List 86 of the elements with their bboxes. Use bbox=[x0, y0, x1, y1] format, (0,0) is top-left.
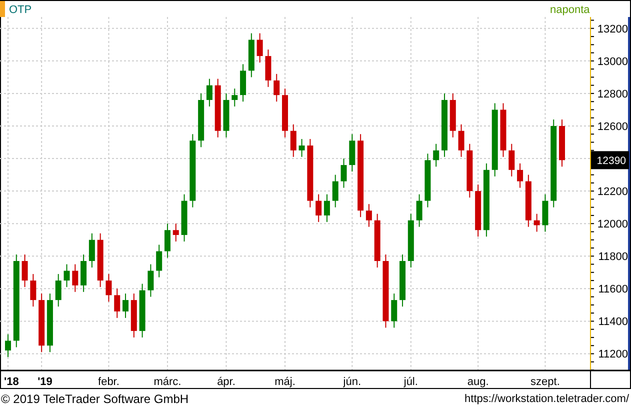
y-axis-label: 11400 bbox=[598, 316, 628, 328]
x-axis-label: júl. bbox=[404, 376, 418, 388]
candlestick bbox=[332, 174, 338, 208]
candlestick bbox=[316, 194, 322, 222]
candlestick bbox=[38, 293, 45, 353]
x-axis-label: febr. bbox=[98, 376, 120, 388]
candlestick bbox=[366, 204, 372, 228]
interval-label: naponta bbox=[550, 4, 590, 16]
candlestick bbox=[441, 92, 448, 158]
candlestick bbox=[424, 153, 431, 208]
x-axis-label: '18 bbox=[4, 376, 19, 388]
y-axis-label: 12800 bbox=[597, 88, 628, 100]
candlestick bbox=[232, 88, 238, 107]
candlestick bbox=[88, 232, 95, 268]
candlestick bbox=[148, 264, 154, 298]
y-axis-label: 13200 bbox=[597, 23, 628, 36]
last-price-badge: 12390 bbox=[591, 151, 629, 170]
candlestick bbox=[256, 32, 263, 64]
y-axis-label: 12000 bbox=[597, 218, 628, 231]
x-axis-label: máj. bbox=[274, 376, 296, 388]
candlestick bbox=[130, 293, 137, 338]
candlestick bbox=[508, 143, 515, 177]
candlestick bbox=[458, 124, 464, 158]
candlestick bbox=[340, 158, 347, 188]
y-axis-label: 11200 bbox=[598, 348, 628, 361]
candlestick bbox=[416, 194, 422, 228]
y-axis-label: 11800 bbox=[598, 251, 628, 264]
candlestick bbox=[408, 213, 414, 268]
candlestick bbox=[450, 92, 456, 138]
candlestick bbox=[324, 194, 330, 222]
candlestick bbox=[114, 288, 120, 318]
x-axis-label: márc. bbox=[154, 376, 182, 388]
x-axis-label: jún. bbox=[343, 376, 362, 388]
candlestick bbox=[517, 162, 524, 188]
x-axis-label: szept. bbox=[530, 376, 560, 388]
candlestick bbox=[139, 283, 146, 338]
candlestick bbox=[307, 138, 314, 208]
candlestick bbox=[5, 334, 11, 358]
x-axis-label: '19 bbox=[38, 376, 52, 388]
y-axis-label: 11600 bbox=[598, 284, 628, 296]
y-axis-label: 12600 bbox=[597, 121, 628, 133]
candlestick bbox=[500, 102, 506, 158]
copyright-text: © 2019 TeleTrader Software GmbH bbox=[1, 392, 189, 406]
candlestick bbox=[80, 254, 87, 292]
candlestick bbox=[172, 223, 179, 242]
candlestick bbox=[214, 78, 221, 138]
candlestick bbox=[22, 254, 28, 288]
candlestick bbox=[198, 92, 204, 148]
candlestick bbox=[240, 64, 246, 102]
candlestick bbox=[374, 213, 380, 268]
candlestick bbox=[30, 274, 36, 308]
candlestick bbox=[181, 194, 188, 242]
candlestick bbox=[298, 138, 305, 158]
candlestick bbox=[97, 232, 104, 288]
candlestick bbox=[391, 293, 398, 328]
candlestick bbox=[164, 223, 170, 258]
candlestick bbox=[290, 124, 296, 158]
candlestick bbox=[265, 49, 272, 88]
candlestick bbox=[248, 32, 254, 78]
candlestick bbox=[156, 244, 162, 278]
website-url: https://workstation.teletrader.com/ bbox=[464, 392, 629, 404]
candlestick bbox=[223, 92, 230, 138]
candlestick bbox=[282, 88, 288, 138]
candlestick bbox=[349, 134, 356, 172]
candlestick bbox=[206, 78, 212, 107]
candlestick bbox=[525, 174, 532, 228]
candlestick bbox=[559, 118, 565, 168]
symbol-label: OTP bbox=[9, 4, 32, 16]
x-axis-label: aug. bbox=[467, 376, 489, 388]
candlestick bbox=[72, 264, 78, 292]
candlestick bbox=[400, 254, 406, 308]
candlestick bbox=[122, 293, 129, 318]
y-axis-label: 12200 bbox=[597, 186, 628, 198]
candlestick bbox=[46, 293, 53, 353]
candlestick bbox=[542, 194, 548, 232]
candlestick bbox=[274, 73, 280, 102]
candlestick bbox=[534, 213, 540, 232]
candlestick bbox=[64, 264, 70, 288]
candlestick bbox=[55, 274, 62, 308]
candlestick bbox=[475, 184, 482, 238]
candlestick bbox=[106, 274, 112, 302]
y-axis-label: 13000 bbox=[597, 56, 628, 68]
candlestick bbox=[466, 143, 473, 198]
candlestick bbox=[433, 143, 440, 168]
symbol-marker bbox=[0, 1, 5, 17]
x-axis-label: ápr. bbox=[217, 376, 236, 388]
